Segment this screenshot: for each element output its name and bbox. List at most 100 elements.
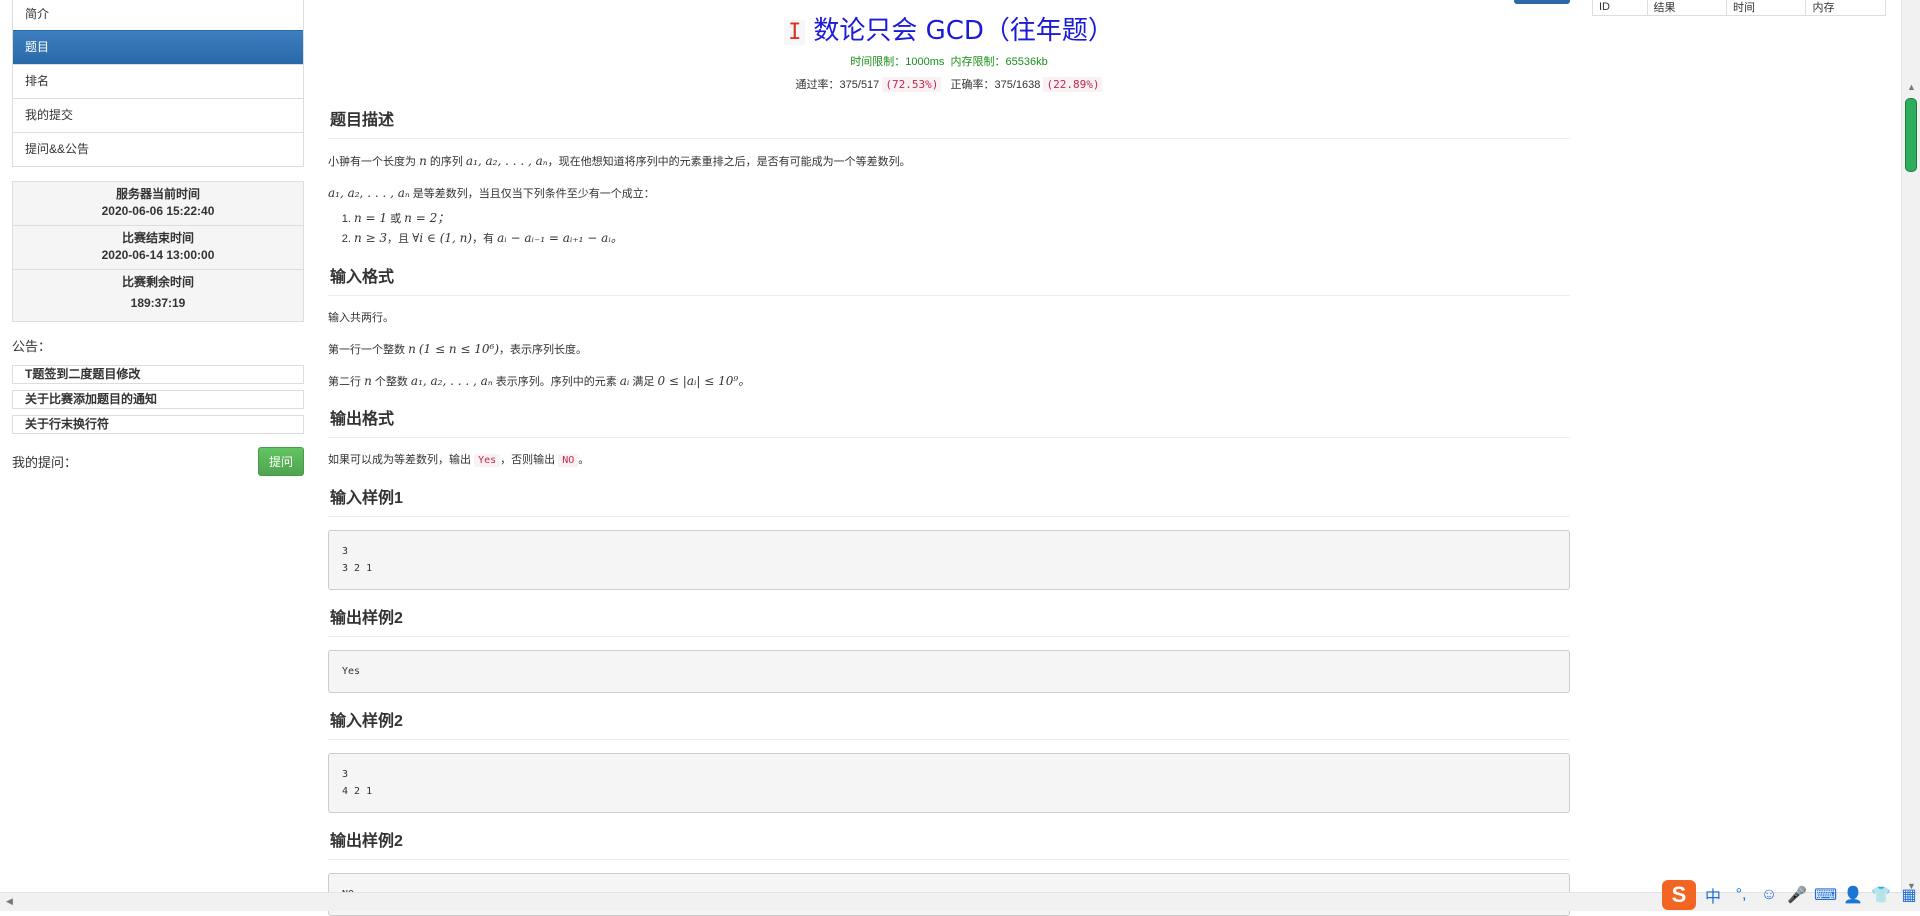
server-time-value: 2020-06-06 15:22:40 [101, 204, 215, 218]
nav-item-questions-announcements[interactable]: 提问&&公告 [13, 132, 303, 166]
sample-heading: 输入样例1 [328, 480, 1570, 517]
chinese-mode-icon[interactable]: 中 [1702, 883, 1724, 907]
output-text: 如果可以成为等差数列，输出 [328, 454, 471, 466]
math-n: n [364, 374, 372, 388]
input-paragraph: 第二行 n 个整数 a₁, a₂, . . . , aₙ 表示序列。序列中的元素… [328, 372, 1570, 391]
input-paragraph: 输入共两行。 [328, 312, 394, 324]
announcement-item[interactable]: 关于比赛添加题目的通知 [12, 390, 304, 409]
cond-text: ，且 [387, 233, 410, 245]
output-format-heading: 输出格式 [328, 401, 1570, 438]
ime-toolbar: S 中 °, ☺ 🎤 ⌨ 👤 👕 ▦ [1662, 878, 1920, 911]
table-header-row: ID 结果 时间 内存 [1592, 0, 1886, 16]
desc-text: ，现在他想知道将序列中的元素重排之后，是否有可能成为一个等差数列。 [547, 156, 911, 168]
column-header-id: ID [1592, 0, 1648, 16]
nav-item-intro[interactable]: 简介 [13, 0, 303, 30]
contest-nav: 简介 题目 排名 我的提交 提问&&公告 [12, 0, 304, 167]
math-sequence: a₁, a₂, . . . , aₙ [328, 186, 410, 200]
nav-item-my-submissions[interactable]: 我的提交 [13, 98, 303, 132]
cond-text: ，有 [472, 233, 495, 245]
input-text: 个整数 [374, 376, 408, 388]
end-time-value: 2020-06-14 13:00:00 [101, 248, 215, 262]
column-header-result: 结果 [1646, 0, 1727, 16]
column-header-time: 时间 [1725, 0, 1807, 16]
input-text: ，表示序列长度。 [499, 344, 588, 356]
sample-block[interactable]: 3 3 2 1 [328, 530, 1570, 590]
sample-heading: 输出样例2 [328, 823, 1570, 860]
scroll-up-icon[interactable]: ▲ [1907, 82, 1916, 92]
math-expr: n ≥ 3 [354, 231, 388, 245]
output-text: 。 [578, 454, 590, 466]
desc-text: 小翀有一个长度为 [328, 156, 416, 168]
condition-item: n = 1 或 n = 2； [354, 209, 1570, 229]
announcement-item[interactable]: T题签到二度题目修改 [12, 365, 304, 384]
math-expr: n = 1 [354, 211, 388, 225]
announcement-list: T题签到二度题目修改 关于比赛添加题目的通知 关于行末换行符 [12, 365, 304, 434]
math-sequence: a₁, a₂, . . . , aₙ [465, 154, 548, 168]
remaining-time-value: 189:37:19 [130, 296, 186, 310]
horizontal-scrollbar[interactable]: ◀ [0, 892, 1920, 911]
math-expr: n = 2； [404, 211, 450, 225]
description-paragraph: a₁, a₂, . . . , aₙ 是等差数列，当且仅当下列条件至少有一个成立… [328, 184, 1570, 203]
my-questions-row: 我的提问： 提问 [12, 447, 304, 476]
problem-title-text: 数论只会 GCD（往年题） [813, 16, 1114, 46]
description-heading: 题目描述 [328, 102, 1570, 139]
input-text: 表示序列。序列中的元素 [495, 376, 617, 388]
sample-block[interactable]: 3 4 2 1 [328, 753, 1570, 813]
desc-text: 是等差数列，当且仅当下列条件至少有一个成立： [412, 188, 655, 200]
desc-text: 的序列 [429, 156, 463, 168]
sample-block[interactable]: Yes [328, 650, 1570, 693]
skin-icon[interactable]: 👕 [1870, 885, 1892, 905]
math-ai: aᵢ [619, 374, 630, 388]
code-no: NO [558, 454, 579, 467]
keyboard-icon[interactable]: ⌨ [1814, 885, 1837, 905]
input-format-heading: 输入格式 [328, 259, 1570, 296]
math-expr: ∀i ∈ (1, n) [412, 231, 473, 245]
input-text: 第一行一个整数 [328, 344, 405, 356]
pass-rate-value: 375/517 [839, 79, 880, 91]
announcement-item[interactable]: 关于行末换行符 [12, 415, 304, 434]
cond-text: 或 [390, 213, 402, 225]
math-expr: (1 ≤ n ≤ 10⁶) [418, 342, 500, 356]
sample-heading: 输出样例2 [328, 600, 1570, 637]
math-n: n [408, 342, 416, 356]
sogou-logo-icon[interactable]: S [1662, 879, 1696, 910]
left-sidebar: 简介 题目 排名 我的提交 提问&&公告 服务器当前时间 2020-06-06 … [12, 0, 304, 476]
my-questions-label: 我的提问： [12, 455, 78, 470]
code-yes: Yes [474, 454, 501, 467]
problem-limits: 时间限制：1000ms 内存限制：65536kb [328, 53, 1570, 69]
server-time: 服务器当前时间 2020-06-06 15:22:40 [13, 182, 303, 225]
ask-question-button[interactable]: 提问 [257, 447, 304, 476]
remaining-time-label: 比赛剩余时间 [121, 275, 194, 289]
math-n: n [419, 154, 427, 168]
vertical-scroll-thumb[interactable] [1905, 98, 1917, 172]
emoji-icon[interactable]: ☺ [1758, 886, 1780, 904]
condition-list: n = 1 或 n = 2； n ≥ 3，且 ∀i ∈ (1, n)，有 aᵢ … [328, 209, 1570, 249]
input-text: 满足 [632, 376, 655, 388]
column-header-memory: 内存 [1805, 0, 1886, 16]
user-icon[interactable]: 👤 [1842, 885, 1864, 905]
nav-item-ranking[interactable]: 排名 [13, 64, 303, 98]
math-expr: 0 ≤ |aᵢ| ≤ 10⁹。 [657, 374, 751, 388]
end-time: 比赛结束时间 2020-06-14 13:00:00 [13, 225, 303, 269]
description-paragraph: 小翀有一个长度为 n 的序列 a₁, a₂, . . . , aₙ，现在他想知道… [328, 152, 1570, 171]
memory-limit-label: 内存限制： [950, 56, 1006, 68]
nav-item-problems[interactable]: 题目 [13, 30, 303, 64]
toolbox-icon[interactable]: ▦ [1898, 885, 1920, 905]
time-limit-label: 时间限制： [850, 56, 906, 68]
sample-heading: 输入样例2 [328, 703, 1570, 740]
math-expr: aᵢ − aᵢ₋₁ = aᵢ₊₁ − aᵢ。 [497, 231, 623, 245]
end-time-label: 比赛结束时间 [121, 231, 194, 245]
scroll-left-icon[interactable]: ◀ [6, 896, 13, 907]
correct-rate-percent: (22.89%) [1043, 77, 1103, 92]
problem-content: I 数论只会 GCD（往年题） 时间限制：1000ms 内存限制：65536kb … [328, 0, 1570, 916]
punctuation-icon[interactable]: °, [1730, 886, 1752, 904]
vertical-scrollbar[interactable]: ▲ ▼ [1901, 0, 1920, 893]
contest-time-panel: 服务器当前时间 2020-06-06 15:22:40 比赛结束时间 2020-… [12, 181, 304, 322]
announcements-title: 公告： [12, 339, 52, 354]
math-sequence: a₁, a₂, . . . , aₙ [410, 374, 493, 388]
correct-rate-label: 正确率： [950, 79, 995, 91]
remaining-time: 比赛剩余时间 189:37:19 [13, 269, 303, 321]
pass-rate-percent: (72.53%) [882, 77, 942, 92]
condition-item: n ≥ 3，且 ∀i ∈ (1, n)，有 aᵢ − aᵢ₋₁ = aᵢ₊₁ −… [354, 229, 1570, 249]
microphone-icon[interactable]: 🎤 [1786, 885, 1808, 905]
